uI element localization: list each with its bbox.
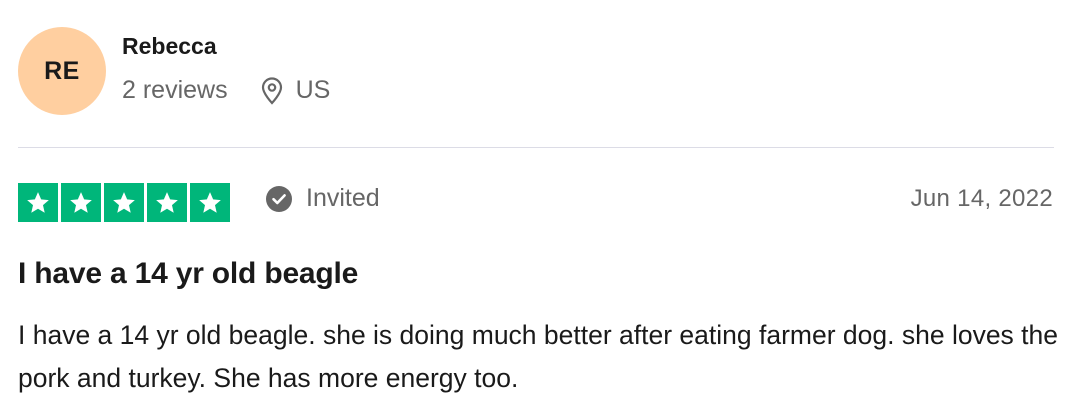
reviewer-country: US bbox=[295, 76, 331, 104]
reviewer-name[interactable]: Rebecca bbox=[122, 33, 217, 60]
star-icon bbox=[61, 183, 101, 222]
divider bbox=[18, 147, 1054, 148]
review-count: 2 reviews bbox=[122, 76, 228, 104]
star-icon bbox=[147, 183, 187, 222]
star-icon bbox=[104, 183, 144, 222]
star-rating bbox=[18, 183, 230, 222]
invited-label: Invited bbox=[306, 184, 380, 212]
check-circle-icon bbox=[266, 185, 292, 212]
location-pin-icon bbox=[260, 76, 284, 105]
review-date: Jun 14, 2022 bbox=[910, 185, 1053, 212]
avatar[interactable]: RE bbox=[18, 27, 106, 115]
review-title[interactable]: I have a 14 yr old beagle bbox=[18, 257, 358, 291]
reviewer-meta: 2 reviews US bbox=[122, 76, 330, 105]
review-body: I have a 14 yr old beagle. she is doing … bbox=[18, 320, 1059, 393]
invited-badge[interactable]: Invited bbox=[266, 184, 380, 213]
star-icon bbox=[190, 183, 230, 222]
star-icon bbox=[18, 183, 58, 222]
